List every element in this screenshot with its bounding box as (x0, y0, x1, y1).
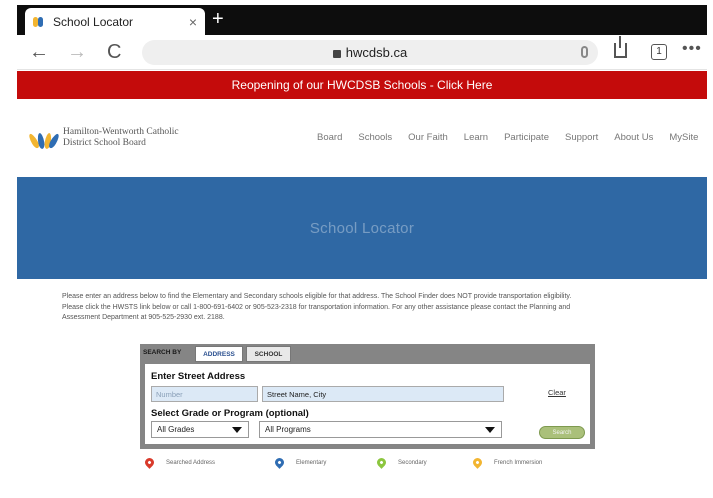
map-legend: Searched Address Elementary Secondary Fr… (143, 456, 585, 474)
page-title: School Locator (309, 219, 415, 237)
forward-arrow-icon[interactable]: → (67, 41, 87, 63)
clear-link[interactable]: Clear (548, 388, 566, 397)
share-icon[interactable] (614, 36, 627, 58)
lock-icon (332, 49, 341, 58)
browser-window: School Locator × + ← → C hwcdsb.ca 1 •••… (0, 0, 713, 498)
reload-icon[interactable]: C (107, 41, 121, 63)
school-finder: SEARCH BY ADDRESS SCHOOL Enter Street Ad… (140, 344, 595, 449)
hero-banner: School Locator (17, 177, 707, 279)
reopening-banner[interactable]: Reopening of our HWCDSB Schools - Click … (17, 71, 707, 99)
search-panel: Enter Street Address Number Street Name,… (145, 364, 590, 444)
legend-item-secondary: Secondary (375, 456, 427, 469)
nav-mysite[interactable]: MySite (669, 132, 698, 143)
board-logo-icon (27, 125, 61, 151)
nav-about-us[interactable]: About Us (614, 132, 653, 143)
tab-strip: School Locator × + (17, 5, 707, 35)
legend-item-searched: Searched Address (143, 456, 215, 469)
site-header: Hamilton-Wentworth Catholic District Sch… (17, 99, 707, 177)
green-pin-icon (375, 456, 388, 469)
board-name: Hamilton-Wentworth Catholic District Sch… (63, 127, 179, 148)
yellow-pin-icon (471, 456, 484, 469)
address-heading: Enter Street Address (151, 371, 246, 382)
chevron-down-icon (485, 427, 495, 433)
school-favicon-icon (33, 16, 45, 28)
browser-toolbar: ← → C hwcdsb.ca 1 ••• (17, 35, 707, 70)
reopening-banner-text[interactable]: Reopening of our HWCDSB Schools - Click … (232, 78, 493, 92)
street-name-input[interactable]: Street Name, City (262, 386, 504, 402)
nav-our-faith[interactable]: Our Faith (408, 132, 448, 143)
street-number-input[interactable]: Number (151, 386, 258, 402)
address-bar[interactable]: hwcdsb.ca (142, 40, 598, 65)
nav-participate[interactable]: Participate (504, 132, 549, 143)
tab-title: School Locator (53, 14, 134, 29)
nav-board[interactable]: Board (317, 132, 342, 143)
tab-address[interactable]: ADDRESS (195, 346, 243, 362)
browser-tab[interactable]: School Locator × (25, 8, 205, 35)
close-tab-icon[interactable]: × (189, 14, 197, 30)
legend-item-french-immersion: French Immersion (471, 456, 542, 469)
nav-support[interactable]: Support (565, 132, 598, 143)
more-options-icon[interactable]: ••• (682, 40, 702, 58)
nav-schools[interactable]: Schools (358, 132, 392, 143)
tab-count-icon[interactable]: 1 (651, 44, 667, 60)
legend-item-elementary: Elementary (273, 456, 326, 469)
intro-text: Please enter an address below to find th… (62, 293, 572, 321)
tab-school[interactable]: SCHOOL (246, 346, 291, 362)
url-text: hwcdsb.ca (345, 45, 408, 60)
back-arrow-icon[interactable]: ← (29, 41, 49, 63)
new-tab-icon[interactable]: + (212, 8, 224, 30)
microphone-icon[interactable] (581, 46, 588, 58)
grade-select[interactable]: All Grades (151, 421, 249, 438)
blue-pin-icon (273, 456, 286, 469)
main-nav: Board Schools Our Faith Learn Participat… (317, 132, 698, 143)
red-pin-icon (143, 456, 156, 469)
search-by-label: SEARCH BY (143, 349, 182, 356)
board-logo[interactable]: Hamilton-Wentworth Catholic District Sch… (27, 125, 179, 151)
program-select[interactable]: All Programs (259, 421, 502, 438)
nav-learn[interactable]: Learn (464, 132, 488, 143)
grade-heading: Select Grade or Program (optional) (151, 408, 309, 419)
search-button[interactable]: Search (539, 426, 585, 439)
chevron-down-icon (232, 427, 242, 433)
